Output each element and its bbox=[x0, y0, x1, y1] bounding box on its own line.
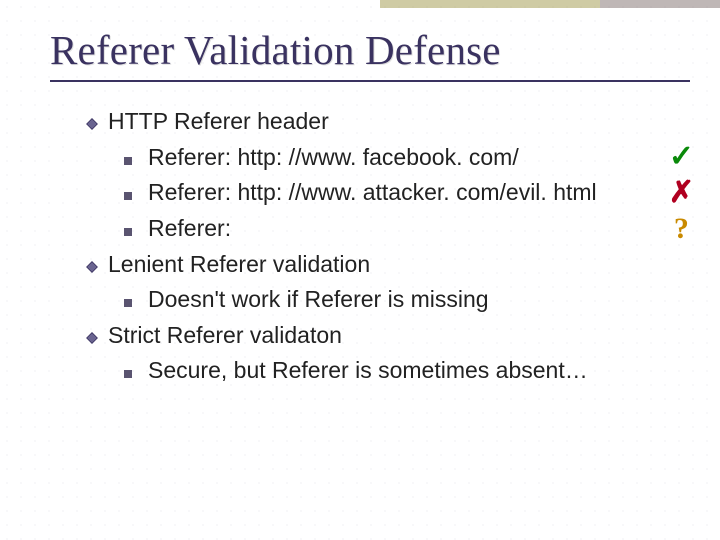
slide-title: Referer Validation Defense bbox=[50, 26, 680, 74]
bullet-text: Referer: http: //www. facebook. com/ bbox=[148, 140, 519, 176]
bullet-lvl1: Strict Referer validaton bbox=[86, 318, 680, 354]
bullet-lvl1: Lenient Referer validation bbox=[86, 247, 680, 283]
diamond-bullet-icon bbox=[86, 331, 108, 343]
bullet-lvl2: Referer: bbox=[86, 211, 680, 247]
bullet-lvl1: HTTP Referer header bbox=[86, 104, 680, 140]
bullet-lvl2: Secure, but Referer is sometimes absent… bbox=[86, 353, 680, 389]
status-marks-column: ✓ ✗ ? bbox=[669, 139, 694, 247]
square-bullet-icon bbox=[124, 368, 148, 378]
bullet-text: Strict Referer validaton bbox=[108, 318, 342, 354]
cross-icon: ✗ bbox=[669, 175, 694, 211]
square-bullet-icon bbox=[124, 226, 148, 236]
bullet-lvl2: Doesn't work if Referer is missing bbox=[86, 282, 680, 318]
question-icon: ? bbox=[674, 211, 689, 247]
square-bullet-icon bbox=[124, 297, 148, 307]
bullet-text: Lenient Referer validation bbox=[108, 247, 370, 283]
check-icon: ✓ bbox=[669, 139, 694, 175]
bullet-text: Doesn't work if Referer is missing bbox=[148, 282, 489, 318]
bullet-text: HTTP Referer header bbox=[108, 104, 329, 140]
slide-body: HTTP Referer header Referer: http: //www… bbox=[50, 104, 680, 389]
bullet-text: Referer: bbox=[148, 211, 231, 247]
title-underline bbox=[50, 80, 690, 82]
square-bullet-icon bbox=[124, 190, 148, 200]
bullet-text: Secure, but Referer is sometimes absent… bbox=[148, 353, 588, 389]
bullet-lvl2: Referer: http: //www. attacker. com/evil… bbox=[86, 175, 680, 211]
square-bullet-icon bbox=[124, 155, 148, 165]
diamond-bullet-icon bbox=[86, 117, 108, 129]
diamond-bullet-icon bbox=[86, 260, 108, 272]
bullet-lvl2: Referer: http: //www. facebook. com/ bbox=[86, 140, 680, 176]
bullet-text: Referer: http: //www. attacker. com/evil… bbox=[148, 175, 597, 211]
slide: Referer Validation Defense HTTP Referer … bbox=[0, 0, 720, 389]
